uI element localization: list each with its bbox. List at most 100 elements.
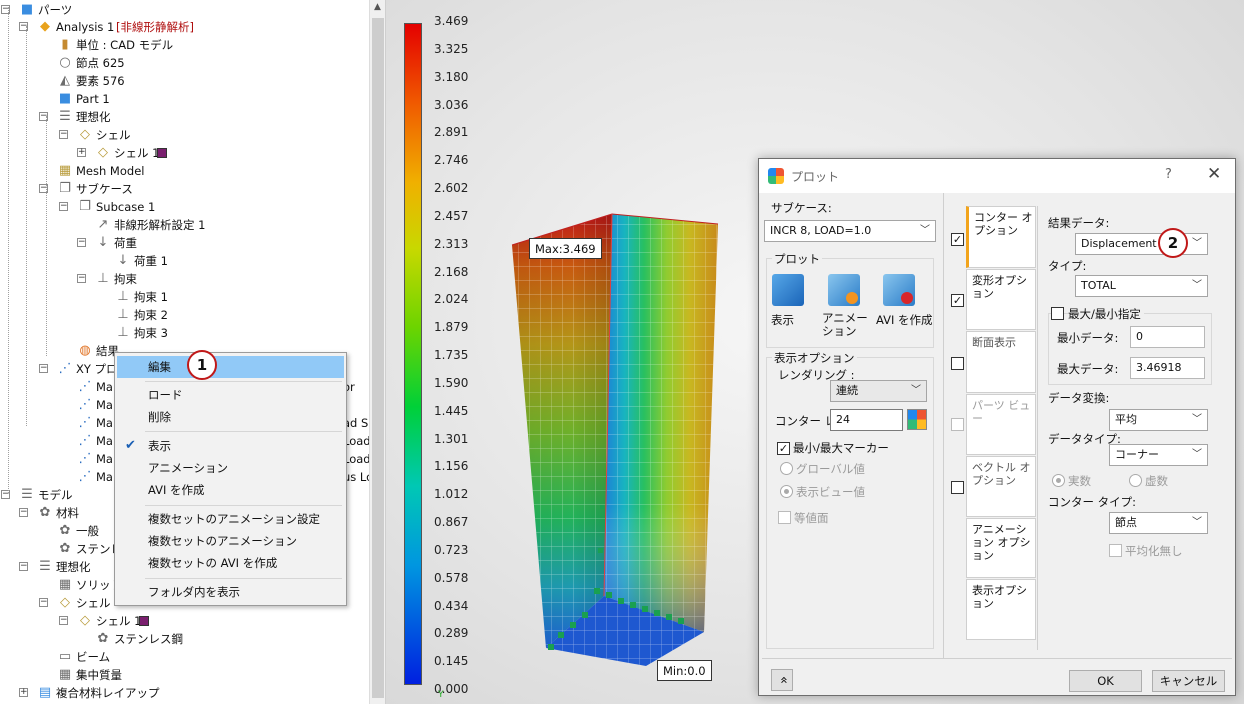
menu-item-show[interactable]: ✔ 表示 — [117, 435, 344, 457]
minmax-spec-checkbox[interactable] — [1051, 307, 1064, 320]
section-view-checkbox[interactable] — [951, 357, 964, 370]
tree-item[interactable]: ▦ Mesh Model — [0, 162, 369, 180]
scroll-up-icon[interactable]: ▲ — [374, 2, 381, 12]
tree-item[interactable]: ⊥ 拘束 1 — [0, 288, 369, 306]
tree-item[interactable]: ✿ ステンレス鋼 — [0, 630, 369, 648]
deform-option-checkbox[interactable]: ✓ — [951, 294, 964, 307]
tab-label: 表示オプション — [972, 584, 1027, 610]
tab-label: ベクトル オプション — [972, 461, 1031, 487]
tree-item-label: パーツ — [38, 3, 73, 17]
collapse-icon[interactable]: − — [59, 616, 68, 625]
collapse-icon[interactable]: − — [59, 130, 68, 139]
constraint-icon: ⊥ — [117, 325, 129, 340]
close-icon[interactable]: ✕ — [1207, 164, 1221, 184]
tree-item[interactable]: + ◇ シェル 1 — [0, 144, 369, 162]
rendering-select[interactable]: 連続 ﹀ — [830, 380, 927, 402]
tree-item[interactable]: ▦ 集中質量 — [0, 666, 369, 684]
tree-item[interactable]: ■ Part 1 — [0, 90, 369, 108]
help-icon[interactable]: ? — [1165, 167, 1172, 182]
tree-item[interactable]: ▭ ビーム — [0, 648, 369, 666]
global-value-radio[interactable] — [780, 462, 793, 475]
data-type-select[interactable]: コーナー ﹀ — [1109, 444, 1208, 466]
tree-scrollbar[interactable]: ▲ — [369, 0, 385, 704]
tree-item-label: Part 1 — [76, 92, 110, 106]
tree-item[interactable]: + ▤ 複合材料レイアップ — [0, 684, 369, 702]
tab-animation-option[interactable]: アニメーション オプション — [966, 518, 1036, 578]
collapse-icon[interactable]: − — [77, 238, 86, 247]
menu-item-load[interactable]: ロード — [117, 384, 344, 406]
scroll-thumb[interactable] — [372, 18, 384, 698]
part-view-checkbox[interactable] — [951, 418, 964, 431]
tree-item[interactable]: ↓ 荷重 1 — [0, 252, 369, 270]
tree-item[interactable]: ↗ 非線形解析設定 1 — [0, 216, 369, 234]
real-radio[interactable] — [1052, 474, 1065, 487]
tree-item-label: Ma — [96, 470, 113, 484]
collapse-icon[interactable]: − — [19, 562, 28, 571]
menu-item-create-avi[interactable]: AVI を作成 — [117, 479, 344, 501]
tree-item[interactable]: − ☰ 理想化 — [0, 108, 369, 126]
no-averaging-checkbox[interactable] — [1109, 544, 1122, 557]
menu-item-edit[interactable]: 編集 — [117, 356, 344, 378]
tree-item-label: ビーム — [76, 650, 111, 664]
collapse-icon[interactable]: − — [59, 202, 68, 211]
menu-item-multi-anim[interactable]: 複数セットのアニメーション — [117, 530, 344, 552]
tree-item[interactable]: ○ 節点 625 — [0, 54, 369, 72]
iso-surface-label: 等値面 — [794, 511, 829, 525]
tree-item[interactable]: ⊥ 拘束 3 — [0, 324, 369, 342]
result-data-select[interactable]: Displacement ﹀ — [1075, 233, 1208, 255]
tree-item[interactable]: − ◆ Analysis 1 [非線形静解析] — [0, 18, 369, 36]
tree-item[interactable]: − ◇ シェル 1 — [0, 612, 369, 630]
tab-section-view[interactable]: 断面表示 — [966, 331, 1036, 393]
menu-item-multi-avi[interactable]: 複数セットの AVI を作成 — [117, 552, 344, 574]
tree-item[interactable]: ▮ 単位 : CAD モデル — [0, 36, 369, 54]
type-select[interactable]: TOTAL ﹀ — [1075, 275, 1208, 297]
cancel-button[interactable]: キャンセル — [1152, 670, 1225, 692]
dialog-titlebar[interactable]: プロット ? ✕ — [759, 159, 1235, 193]
tab-part-view[interactable]: パーツ ビュー — [966, 394, 1036, 455]
expand-icon[interactable]: + — [19, 688, 28, 697]
vector-option-checkbox[interactable] — [951, 481, 964, 494]
contour-levels-input[interactable]: 24 — [830, 409, 903, 431]
min-data-input[interactable]: 0 — [1130, 326, 1205, 348]
tree-item[interactable]: − ↓ 荷重 — [0, 234, 369, 252]
tab-display-option[interactable]: 表示オプション — [966, 579, 1036, 640]
collapse-icon[interactable]: − — [39, 364, 48, 373]
minmax-marker-checkbox[interactable]: ✓ — [777, 442, 790, 455]
tree-item[interactable]: ◭ 要素 576 — [0, 72, 369, 90]
tree-item[interactable]: ⊥ 拘束 2 — [0, 306, 369, 324]
tree-connector — [8, 7, 9, 493]
collapse-icon[interactable]: − — [39, 598, 48, 607]
tree-item[interactable]: − ❐ サブケース — [0, 180, 369, 198]
tab-contour-option[interactable]: コンター オプション — [966, 206, 1036, 268]
collapse-icon[interactable]: − — [19, 508, 28, 517]
menu-item-delete[interactable]: 削除 — [117, 406, 344, 428]
tree-item[interactable]: − ■ パーツ — [0, 1, 369, 19]
subcase-select[interactable]: INCR 8, LOAD=1.0 ﹀ — [764, 220, 936, 242]
tree-item-label: Analysis 1 — [56, 20, 115, 34]
data-conversion-select[interactable]: 平均 ﹀ — [1109, 409, 1208, 431]
menu-item-animation[interactable]: アニメーション — [117, 457, 344, 479]
tab-deform-option[interactable]: 変形オプション — [966, 269, 1036, 330]
iso-surface-checkbox[interactable] — [778, 511, 791, 524]
contour-option-checkbox[interactable]: ✓ — [951, 233, 964, 246]
ok-button[interactable]: OK — [1069, 670, 1142, 692]
menu-item-show-in-folder[interactable]: フォルダ内を表示 — [117, 581, 344, 603]
contour-type-select[interactable]: 節点 ﹀ — [1109, 512, 1208, 534]
max-data-input[interactable]: 3.46918 — [1130, 357, 1205, 379]
show-plot-button[interactable] — [772, 274, 804, 306]
tree-item[interactable]: − ❐ Subcase 1 — [0, 198, 369, 216]
tab-vector-option[interactable]: ベクトル オプション — [966, 456, 1036, 517]
data-type-value: コーナー — [1115, 448, 1159, 461]
menu-item-multi-anim-settings[interactable]: 複数セットのアニメーション設定 — [117, 508, 344, 530]
animation-button[interactable] — [828, 274, 860, 306]
collapse-icon[interactable]: − — [77, 274, 86, 283]
load-icon: ↓ — [117, 253, 129, 268]
tree-item[interactable]: − ◇ シェル — [0, 126, 369, 144]
create-avi-button[interactable] — [883, 274, 915, 306]
color-palette-button[interactable] — [907, 409, 927, 430]
expand-icon[interactable]: + — [77, 148, 86, 157]
imaginary-radio[interactable] — [1129, 474, 1142, 487]
collapse-button[interactable]: « — [771, 669, 793, 691]
tree-item[interactable]: − ⊥ 拘束 — [0, 270, 369, 288]
view-value-radio[interactable] — [780, 485, 793, 498]
